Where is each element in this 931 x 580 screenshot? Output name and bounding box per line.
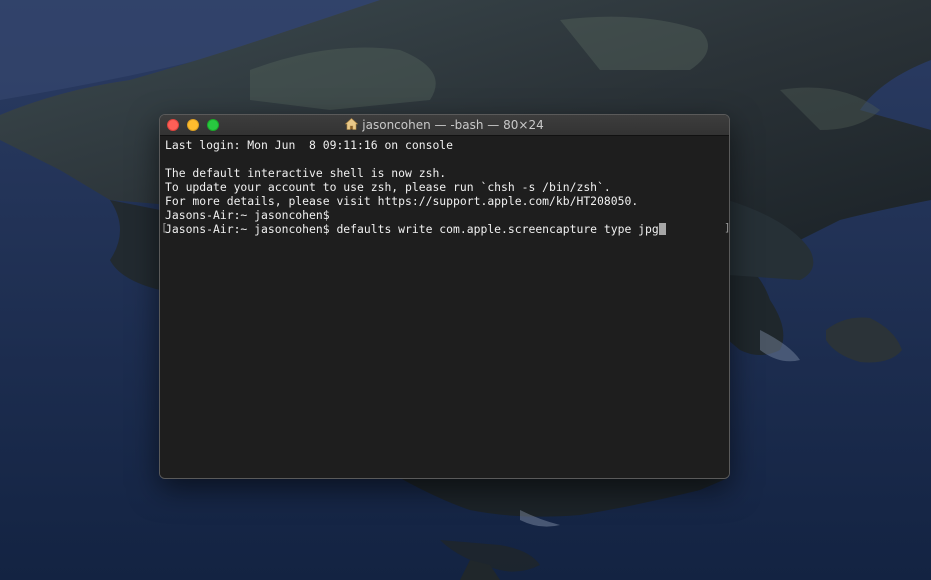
home-icon	[345, 118, 359, 130]
mark-bracket-right-icon: ]	[724, 221, 730, 234]
terminal-content[interactable]: Last login: Mon Jun 8 09:11:16 on consol…	[160, 136, 729, 478]
title-bar[interactable]: jasoncohen — -bash — 80×24	[160, 115, 729, 136]
terminal-line-prompt: Jasons-Air:~ jasoncohen$	[165, 208, 330, 222]
window-title: jasoncohen — -bash — 80×24	[160, 117, 729, 133]
terminal-line-details-link: For more details, please visit https://s…	[165, 194, 639, 208]
command-text: Jasons-Air:~ jasoncohen$ defaults write …	[165, 222, 659, 236]
terminal-line-shell-notice: The default interactive shell is now zsh…	[165, 166, 447, 180]
terminal-line-update-notice: To update your account to use zsh, pleas…	[165, 180, 611, 194]
terminal-line-last-login: Last login: Mon Jun 8 09:11:16 on consol…	[165, 138, 454, 152]
terminal-line-command[interactable]: Jasons-Air:~ jasoncohen$ defaults write …	[165, 222, 666, 236]
terminal-window[interactable]: jasoncohen — -bash — 80×24 Last login: M…	[159, 114, 730, 479]
window-title-text: jasoncohen — -bash — 80×24	[362, 118, 544, 132]
text-cursor	[658, 223, 666, 235]
desktop: jasoncohen — -bash — 80×24 Last login: M…	[0, 0, 931, 580]
